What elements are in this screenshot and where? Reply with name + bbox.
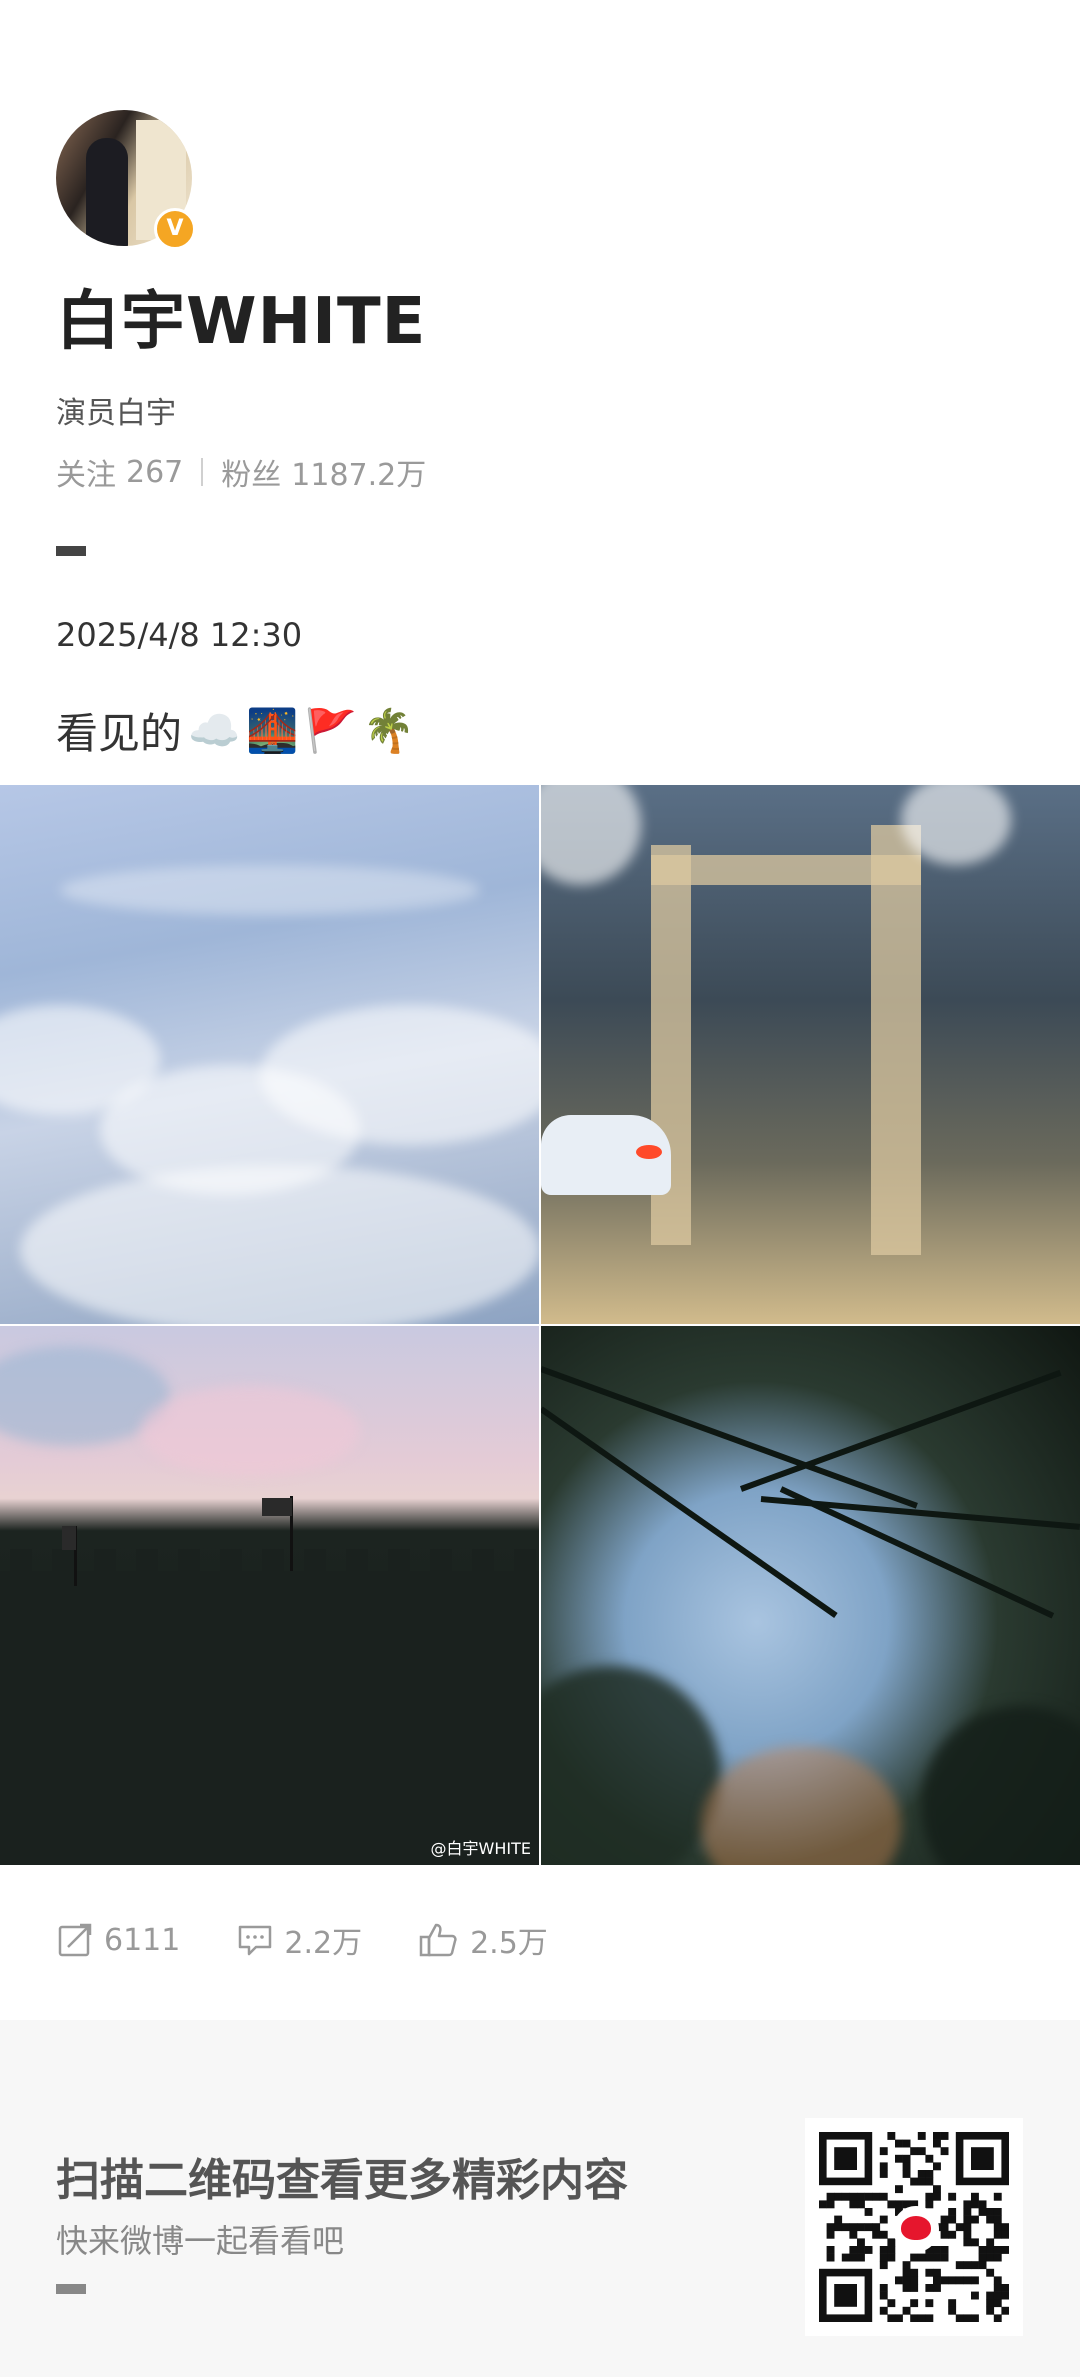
- repost-icon: [58, 1923, 92, 1957]
- like-count: 2.5万: [470, 1926, 548, 1961]
- footer-subtitle: 快来微博一起看看吧: [56, 2222, 345, 2260]
- username[interactable]: 白宇WHITE: [56, 270, 426, 362]
- following-count[interactable]: 267: [126, 455, 183, 490]
- repost-button[interactable]: 6111: [56, 1921, 180, 1959]
- post-text: 看见的 ☁️ 🌉 🚩 🌴: [56, 700, 415, 761]
- weibo-logo-icon: [893, 2206, 939, 2252]
- comment-icon: [239, 1925, 272, 1956]
- following-label: 关注: [56, 458, 116, 493]
- post-time: 2025/4/8 12:30: [56, 616, 303, 654]
- cloud-emoji: ☁️: [188, 705, 241, 755]
- flag-emoji: 🚩: [304, 705, 357, 755]
- footer-title: 扫描二维码查看更多精彩内容: [56, 2155, 628, 2206]
- repost-count: 6111: [104, 1922, 181, 1958]
- post-image-palm-trees[interactable]: [541, 1326, 1080, 1865]
- like-icon: [419, 1923, 457, 1957]
- palm-tree-emoji: 🌴: [362, 705, 416, 755]
- footer-dash: [56, 2284, 86, 2294]
- image-grid: @白宇WHITE: [0, 785, 1080, 1865]
- post-text-body: 看见的: [56, 709, 183, 758]
- post-image-street[interactable]: [541, 785, 1080, 1324]
- comment-button[interactable]: 2.2万: [236, 1918, 362, 1962]
- post-actions: 6111 2.2万 2.5万: [56, 1918, 604, 1962]
- like-button[interactable]: 2.5万: [418, 1918, 548, 1962]
- verified-icon: V: [154, 208, 196, 250]
- qr-code[interactable]: [805, 2118, 1023, 2336]
- follow-stats: 关注 267 粉丝 1187.2万: [56, 450, 426, 494]
- stats-divider: [201, 458, 204, 486]
- post-image-sky[interactable]: [0, 785, 539, 1324]
- post-image-castle-wall[interactable]: @白宇WHITE: [0, 1326, 539, 1865]
- followers-count[interactable]: 1187.2万: [291, 450, 426, 494]
- comment-count: 2.2万: [284, 1926, 363, 1961]
- footer-banner: 扫描二维码查看更多精彩内容 快来微博一起看看吧: [0, 2020, 1080, 2377]
- divider-dash: [56, 546, 86, 556]
- followers-label: 粉丝: [221, 458, 282, 493]
- bio: 演员白宇: [56, 396, 176, 431]
- image-watermark: @白宇WHITE: [430, 1839, 531, 1858]
- bridge-emoji: 🌉: [246, 705, 299, 755]
